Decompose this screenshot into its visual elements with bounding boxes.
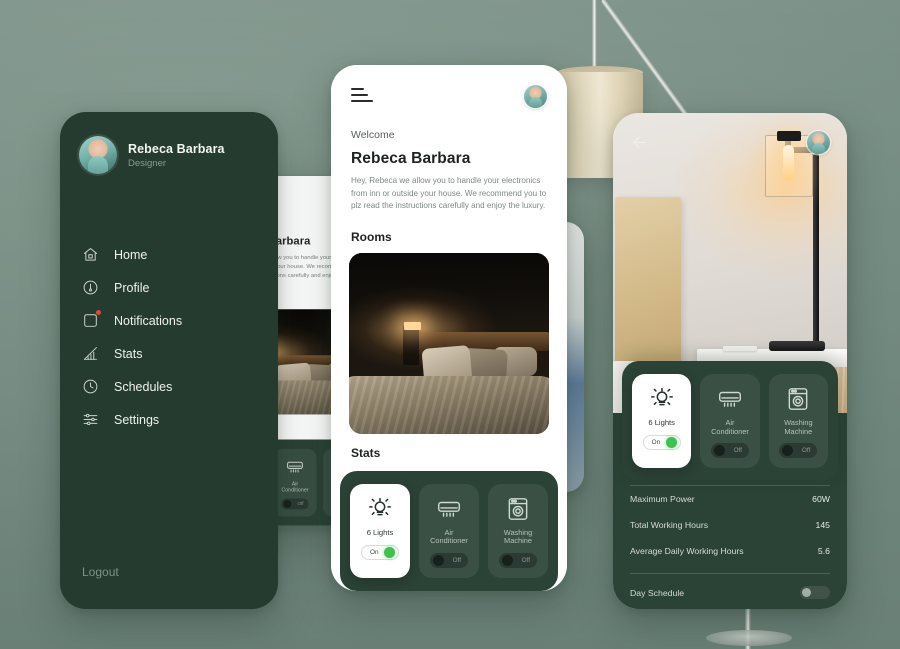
device-toggle[interactable]: Off: [430, 553, 468, 568]
toggle-state: Off: [733, 447, 742, 455]
device-toggle[interactable]: Off: [779, 443, 818, 459]
sidebar-item-label: Profile: [114, 280, 150, 295]
clock-icon: [82, 378, 99, 395]
detail-body: 6 Lights On Air Conditioner Off Washing …: [613, 361, 847, 609]
sidebar-item-schedules[interactable]: Schedules: [82, 378, 278, 395]
sidebar-item-home[interactable]: Home: [82, 246, 278, 263]
floor-lamp-pole: [592, 0, 597, 74]
avatar: [79, 136, 117, 174]
device-name: Air Conditioner: [281, 480, 309, 494]
sliders-icon: [82, 411, 99, 428]
day-schedule-toggle[interactable]: [800, 586, 830, 599]
device-card-ac[interactable]: Air Conditioner Off: [273, 448, 317, 517]
stat-label: Total Working Hours: [630, 520, 709, 530]
sidebar-item-label: Notifications: [114, 313, 183, 328]
stat-label: Maximum Power: [630, 494, 695, 504]
detail-top-bar: [613, 113, 847, 154]
rooms-title: Rooms: [351, 229, 392, 244]
phone-device-detail: 6 Lights On Air Conditioner Off Washing …: [613, 113, 847, 609]
sidebar-item-label: Stats: [114, 346, 143, 361]
sidebar-user-role: Designer: [128, 157, 167, 169]
device-name: Washing Machine: [503, 527, 533, 546]
device-card-ac[interactable]: Air Conditioner Off: [419, 483, 479, 578]
washing-machine-icon: [503, 496, 533, 522]
phone-sidebar-drawer: Rebeca Barbara Designer Home Profile Not…: [60, 112, 278, 609]
toggle-state: Off: [521, 557, 530, 564]
stat-value: 145: [815, 520, 831, 530]
device-name: 6 Lights: [366, 527, 394, 537]
day-schedule-row: Day Schedule: [630, 574, 830, 599]
sidebar-nav: Home Profile Notifications Stats Schedul…: [60, 246, 278, 428]
device-toggle[interactable]: Off: [710, 443, 749, 459]
sidebar-item-label: Settings: [114, 412, 160, 427]
toggle-state: Off: [297, 501, 304, 507]
floor-lamp-base: [706, 630, 792, 646]
device-toggle[interactable]: Off: [281, 498, 309, 510]
toggle-state: On: [651, 438, 661, 446]
welcome-label: Welcome: [351, 129, 395, 141]
device-card-ac[interactable]: Air Conditioner Off: [700, 374, 760, 469]
device-name: Washing Machine: [784, 418, 813, 436]
logout-label: Logout: [82, 565, 119, 579]
sidebar-item-label: Schedules: [114, 379, 173, 394]
person-icon: [82, 279, 99, 296]
sidebar-user-name: Rebeca Barbara: [128, 141, 225, 156]
hamburger-icon[interactable]: [351, 85, 373, 105]
day-schedule-label: Day Schedule: [630, 587, 685, 598]
device-panel: 6 Lights On Air Conditioner Off: [340, 470, 558, 591]
lightbulb-icon: [365, 496, 395, 522]
notification-badge: [96, 310, 101, 315]
sidebar-item-stats[interactable]: Stats: [82, 345, 278, 362]
sidebar-item-notifications[interactable]: Notifications: [82, 310, 278, 329]
stat-value: 60W: [812, 494, 830, 504]
page-title: Rebeca Barbara: [351, 150, 471, 167]
device-card-lights[interactable]: 6 Lights On: [350, 483, 410, 578]
device-name: Air Conditioner: [430, 527, 468, 546]
stat-row: Maximum Power 60W: [630, 486, 830, 512]
sidebar-profile[interactable]: Rebeca Barbara Designer: [60, 112, 278, 174]
intro-text: Hey, Rebeca we allow you to handle your …: [351, 176, 547, 211]
sidebar-item-settings[interactable]: Settings: [82, 411, 278, 428]
avatar[interactable]: [807, 131, 830, 154]
toggle-state: Off: [801, 447, 811, 455]
device-card-washer[interactable]: Washing Machine Off: [768, 374, 828, 469]
chart-icon: [82, 345, 99, 362]
room-photo[interactable]: [349, 252, 549, 434]
home-icon: [82, 246, 99, 263]
stat-row: Total Working Hours 145: [630, 512, 830, 538]
device-toggle[interactable]: On: [361, 544, 399, 560]
washing-machine-icon: [783, 386, 813, 412]
device-name: Air Conditioner: [711, 418, 749, 436]
phone-home-main: Welcome Rebeca Barbara Hey, Rebeca we al…: [331, 65, 567, 591]
logout-button[interactable]: Logout: [60, 563, 278, 609]
stat-label: Average Daily Working Hours: [630, 546, 744, 556]
lightbulb-icon: [647, 386, 677, 412]
avatar[interactable]: [524, 85, 547, 108]
toggle-state: On: [370, 548, 379, 556]
stat-row: Average Daily Working Hours 5.6: [630, 538, 830, 564]
air-conditioner-icon: [715, 386, 745, 412]
device-card-washer[interactable]: Washing Machine Off: [488, 483, 548, 578]
device-name: 6 Lights: [648, 418, 675, 427]
sidebar-item-label: Home: [114, 247, 148, 262]
toggle-state: Off: [452, 557, 461, 564]
device-card-lights[interactable]: 6 Lights On: [632, 374, 692, 469]
back-arrow-icon[interactable]: [630, 133, 649, 152]
stats-title: Stats: [351, 445, 381, 460]
air-conditioner-icon: [284, 457, 306, 476]
air-conditioner-icon: [434, 496, 464, 522]
device-toggle[interactable]: On: [642, 434, 681, 450]
device-panel: 6 Lights On Air Conditioner Off Washing …: [622, 361, 838, 482]
sidebar-item-profile[interactable]: Profile: [82, 279, 278, 296]
stat-value: 5.6: [817, 546, 830, 556]
device-toggle[interactable]: Off: [499, 553, 537, 568]
notification-icon: [82, 310, 101, 329]
